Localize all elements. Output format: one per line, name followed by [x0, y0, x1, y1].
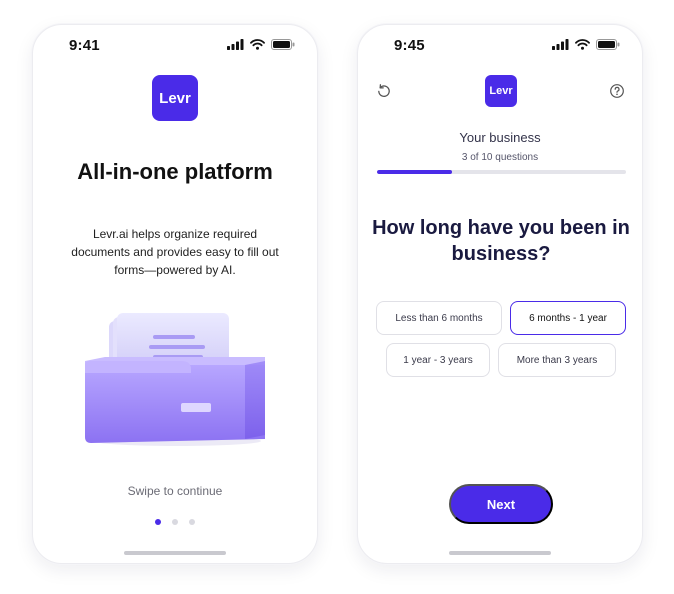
status-bar: 9:45 — [358, 25, 642, 65]
levr-logo: Levr — [485, 75, 517, 107]
levr-logo: Levr — [152, 75, 198, 121]
status-time: 9:45 — [394, 37, 425, 54]
status-icons — [227, 39, 295, 50]
signal-icon — [227, 39, 244, 50]
home-indicator[interactable] — [449, 551, 551, 555]
battery-icon — [271, 39, 295, 50]
help-icon[interactable] — [609, 83, 625, 99]
status-icons — [552, 39, 620, 50]
progress-bar-fill — [377, 170, 452, 174]
progress-bar — [377, 170, 626, 174]
refresh-icon[interactable] — [376, 83, 392, 99]
option-6-months-1-year[interactable]: 6 months - 1 year — [510, 301, 626, 335]
headline: All-in-one platform — [77, 159, 273, 184]
status-time: 9:41 — [69, 37, 100, 54]
question-text: How long have you been in business? — [372, 217, 630, 265]
signal-icon — [552, 39, 569, 50]
questionnaire-screen: 9:45 Levr Your business 3 of 10 question… — [357, 24, 643, 564]
wifi-icon — [575, 39, 590, 50]
option-less-than-6-months[interactable]: Less than 6 months — [376, 301, 502, 335]
status-bar: 9:41 — [33, 25, 317, 65]
wifi-icon — [250, 39, 265, 50]
next-button[interactable]: Next — [449, 484, 553, 524]
option-1-year-3-years[interactable]: 1 year - 3 years — [386, 343, 490, 377]
swipe-hint: Swipe to continue — [127, 484, 223, 498]
section-title: Your business — [459, 130, 541, 145]
home-indicator[interactable] — [124, 551, 226, 555]
pagination-dot-1[interactable] — [155, 519, 161, 525]
option-more-than-3-years[interactable]: More than 3 years — [498, 343, 616, 377]
file-drawer-illustration — [85, 313, 265, 446]
pagination-dot-2[interactable] — [172, 519, 178, 525]
battery-icon — [596, 39, 620, 50]
progress-label: 3 of 10 questions — [461, 152, 539, 163]
description: Levr.ai helps organize required document… — [71, 227, 279, 277]
pagination-dots — [33, 519, 317, 525]
onboarding-screen: 9:41 Levr All-in-one platform Levr.ai he… — [32, 24, 318, 564]
pagination-dot-3[interactable] — [189, 519, 195, 525]
